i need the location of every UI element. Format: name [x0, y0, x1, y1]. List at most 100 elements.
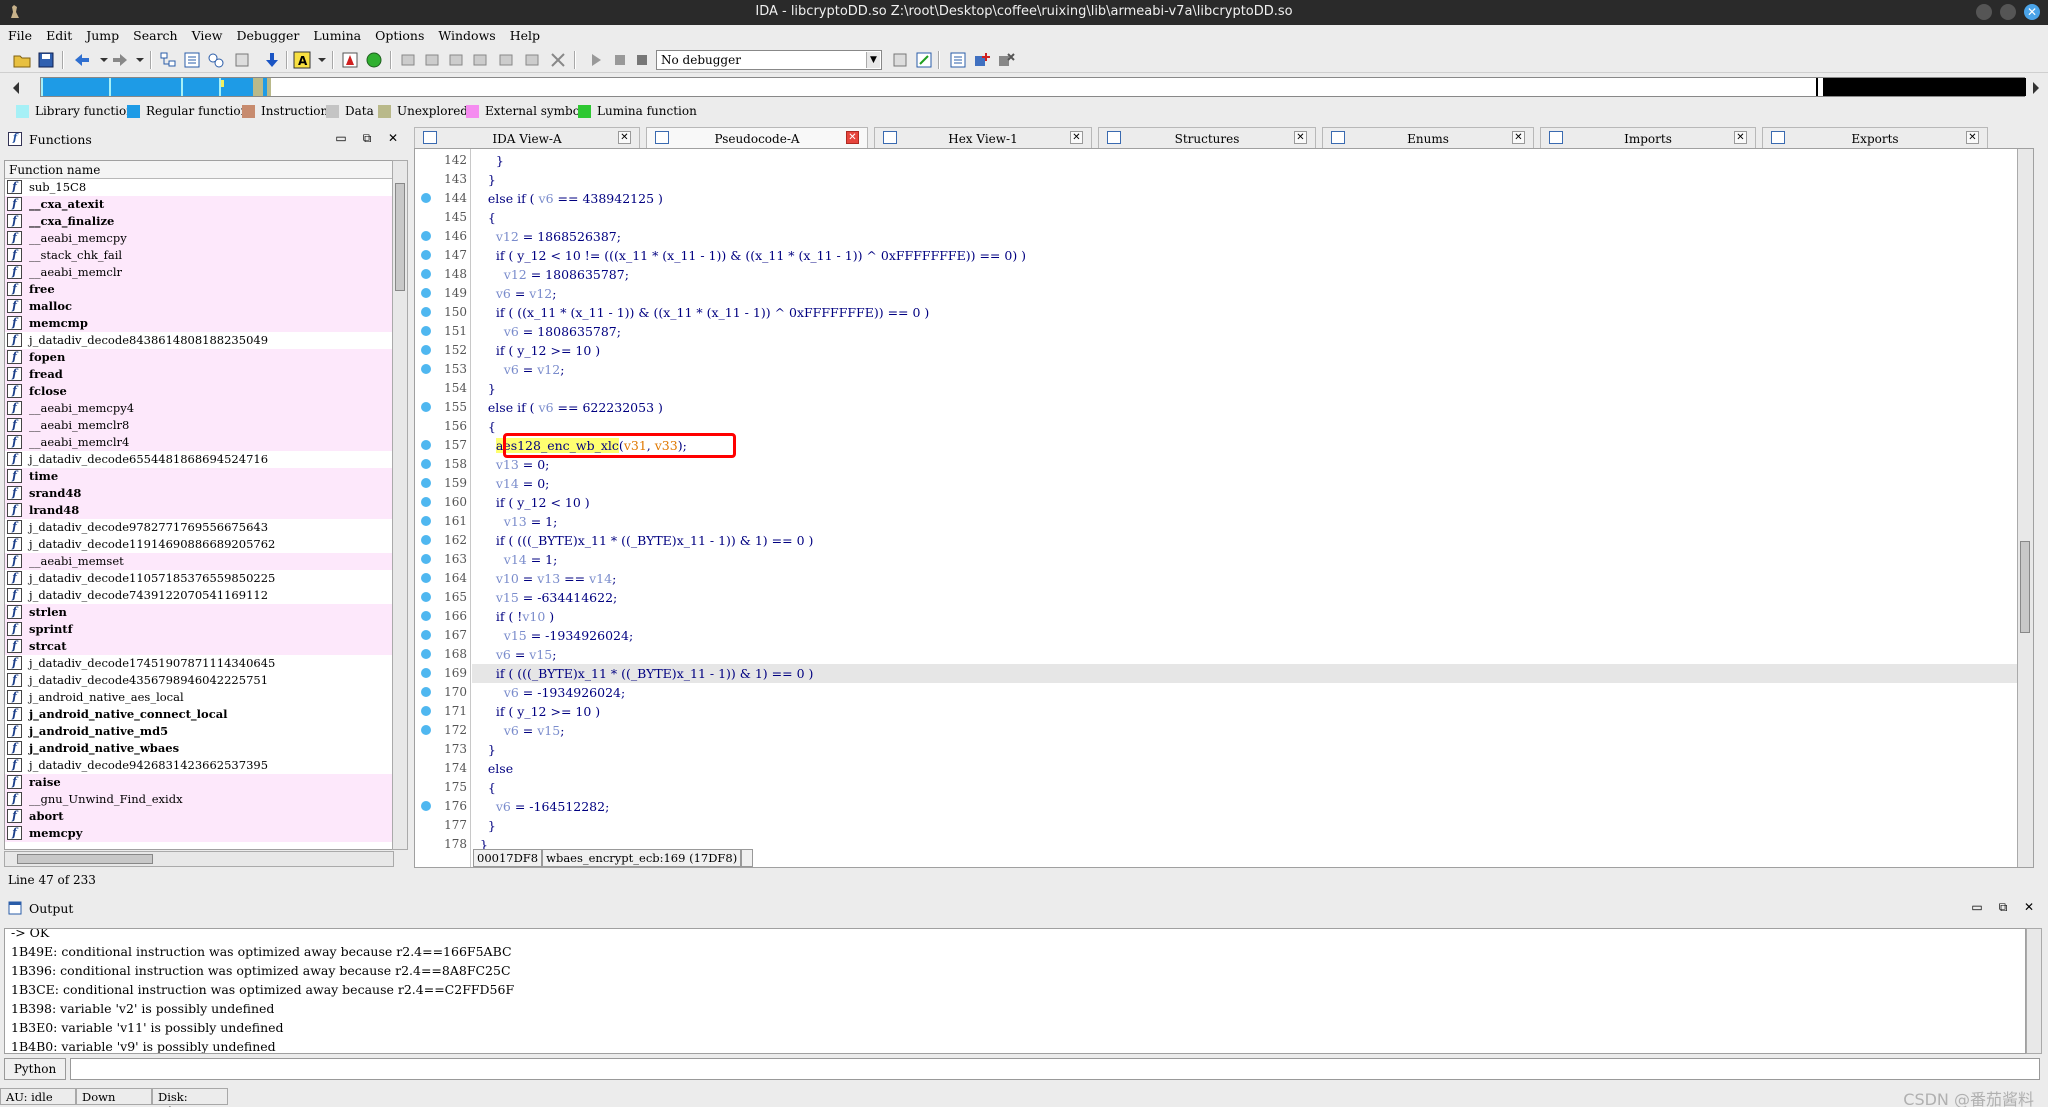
code-line[interactable]: else	[472, 759, 2032, 778]
code-line[interactable]: v15 = -1934926024;	[472, 626, 2032, 645]
code-line[interactable]: v13 = 1;	[472, 512, 2032, 531]
code-line[interactable]: v14 = 0;	[472, 474, 2032, 493]
attach-process-icon[interactable]	[914, 50, 934, 70]
jump-down-icon[interactable]	[262, 50, 282, 70]
breakpoint-dot-icon[interactable]	[421, 573, 431, 583]
gutter-line[interactable]: 146	[415, 227, 471, 246]
function-row[interactable]: f j_datadiv_decode11914690886689205762	[5, 536, 393, 553]
menu-windows[interactable]: Windows	[430, 25, 501, 43]
function-row[interactable]: f __stack_chk_fail	[5, 247, 393, 264]
close-tab-icon[interactable]: ✕	[618, 131, 631, 144]
gutter-line[interactable]: 145	[415, 208, 471, 227]
functions-vertical-scrollbar[interactable]	[392, 160, 408, 850]
function-row[interactable]: f free	[5, 281, 393, 298]
function-row[interactable]: f __aeabi_memset	[5, 553, 393, 570]
float-panel-icon[interactable]: ⧉	[360, 131, 374, 145]
minimize-panel-icon[interactable]: ▭	[334, 131, 348, 145]
function-row[interactable]: f j_datadiv_decode7439122070541169112	[5, 587, 393, 604]
breakpoint-dot-icon[interactable]	[421, 554, 431, 564]
navigation-strip[interactable]	[40, 77, 2026, 97]
close-panel-icon[interactable]: ✕	[2022, 900, 2036, 914]
open-file-icon[interactable]	[12, 50, 32, 70]
code-line[interactable]: }	[472, 151, 2032, 170]
gutter-line[interactable]: 163	[415, 550, 471, 569]
gutter-line[interactable]: 156	[415, 417, 471, 436]
function-row[interactable]: f memcmp	[5, 315, 393, 332]
back-arrow-icon[interactable]	[72, 50, 92, 70]
code-line[interactable]: if ( y_12 < 10 )	[472, 493, 2032, 512]
breakpoint-dot-icon[interactable]	[421, 326, 431, 336]
breakpoint-dot-icon[interactable]	[421, 611, 431, 621]
gutter-line[interactable]: 169	[415, 664, 471, 683]
pseudocode-vertical-scrollbar[interactable]	[2017, 149, 2033, 867]
gutter-line[interactable]: 162	[415, 531, 471, 550]
gutter-line[interactable]: 143	[415, 170, 471, 189]
debug-options-icon[interactable]	[890, 50, 910, 70]
function-row[interactable]: f __aeabi_memclr4	[5, 434, 393, 451]
breakpoint-dot-icon[interactable]	[421, 402, 431, 412]
gutter-line[interactable]: 148	[415, 265, 471, 284]
gutter-line[interactable]: 160	[415, 493, 471, 512]
function-row[interactable]: f j_android_native_connect_local	[5, 706, 393, 723]
function-row[interactable]: f j_android_native_md5	[5, 723, 393, 740]
code-line[interactable]: if ( ((x_11 * (x_11 - 1)) & ((x_11 * (x_…	[472, 303, 2032, 322]
function-row[interactable]: f sub_15C8	[5, 179, 393, 196]
breakpoint-dot-icon[interactable]	[421, 364, 431, 374]
step-out-icon[interactable]	[470, 50, 490, 70]
close-tab-icon[interactable]: ✕	[846, 131, 859, 144]
code-line[interactable]: v12 = 1808635787;	[472, 265, 2032, 284]
gutter-line[interactable]: 164	[415, 569, 471, 588]
code-line[interactable]: v6 = -1934926024;	[472, 683, 2032, 702]
stop-icon[interactable]	[340, 50, 360, 70]
text-highlight-icon[interactable]: A	[292, 50, 312, 70]
menu-view[interactable]: View	[184, 25, 229, 43]
gutter-line[interactable]	[415, 854, 471, 867]
code-line[interactable]: v10 = v13 == v14;	[472, 569, 2032, 588]
breakpoint-dot-icon[interactable]	[421, 725, 431, 735]
code-line[interactable]: v15 = -634414622;	[472, 588, 2032, 607]
step-over-icon[interactable]	[446, 50, 466, 70]
code-line[interactable]: v12 = 1868526387;	[472, 227, 2032, 246]
menu-file[interactable]: File	[0, 25, 38, 43]
breakpoint-dot-icon[interactable]	[421, 497, 431, 507]
maximize-button[interactable]	[2000, 4, 2016, 20]
tab-imports[interactable]: Imports ✕	[1540, 127, 1756, 148]
tab-pseudocode-a[interactable]: Pseudocode-A ✕	[646, 127, 868, 148]
breakpoint-dot-icon[interactable]	[421, 801, 431, 811]
gutter-line[interactable]: 170	[415, 683, 471, 702]
tab-exports[interactable]: Exports ✕	[1762, 127, 1988, 148]
gutter-line[interactable]: 175	[415, 778, 471, 797]
breakpoint-dot-icon[interactable]	[421, 269, 431, 279]
column-header-function-name[interactable]: Function name	[5, 161, 393, 179]
code-line[interactable]: v6 = v12;	[472, 284, 2032, 303]
gutter-line[interactable]: 159	[415, 474, 471, 493]
breakpoint-dot-icon[interactable]	[421, 630, 431, 640]
function-row[interactable]: f __cxa_atexit	[5, 196, 393, 213]
function-row[interactable]: f j_datadiv_decode11057185376559850225	[5, 570, 393, 587]
run-circle-icon[interactable]	[364, 50, 384, 70]
add-item-icon[interactable]	[972, 50, 992, 70]
code-line[interactable]: }	[472, 740, 2032, 759]
function-row[interactable]: f sprintf	[5, 621, 393, 638]
gutter-line[interactable]: 142	[415, 151, 471, 170]
breakpoint-dot-icon[interactable]	[421, 288, 431, 298]
breakpoint-dot-icon[interactable]	[421, 649, 431, 659]
code-line[interactable]: if ( y_12 < 10 != (((x_11 * (x_11 - 1)) …	[472, 246, 2032, 265]
function-row[interactable]: f abort	[5, 808, 393, 825]
gutter-line[interactable]: 151	[415, 322, 471, 341]
functions-horizontal-scrollbar[interactable]	[4, 851, 394, 867]
menu-lumina[interactable]: Lumina	[305, 25, 367, 43]
function-row[interactable]: f j_datadiv_decode4356798946042225751	[5, 672, 393, 689]
gutter-line[interactable]: 149	[415, 284, 471, 303]
code-line[interactable]: v6 = -164512282;	[472, 797, 2032, 816]
function-row[interactable]: f fclose	[5, 383, 393, 400]
save-icon[interactable]	[36, 50, 56, 70]
breakpoint-dot-icon[interactable]	[421, 345, 431, 355]
function-row[interactable]: f j_datadiv_decode6554481868694524716	[5, 451, 393, 468]
pseudocode-view[interactable]: 142 143 144 145 146 147 148 149 150 151 152 153 154 1…	[414, 148, 2034, 868]
command-input[interactable]	[70, 1058, 2040, 1080]
function-row[interactable]: f malloc	[5, 298, 393, 315]
function-row[interactable]: f __cxa_finalize	[5, 213, 393, 230]
detach-icon[interactable]	[548, 50, 568, 70]
breakpoint-dot-icon[interactable]	[421, 459, 431, 469]
